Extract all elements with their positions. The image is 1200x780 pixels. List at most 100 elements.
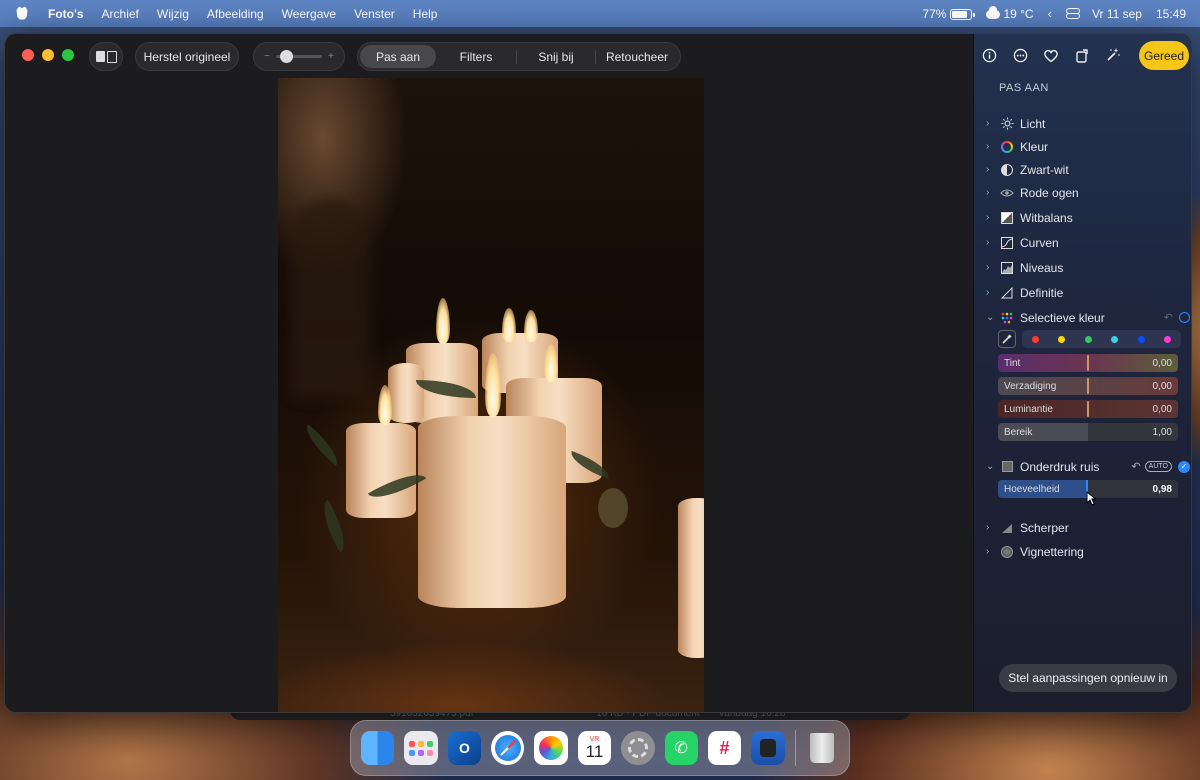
adjust-item-zwart-wit[interactable]: › Zwart-wit	[986, 158, 1190, 181]
adjust-item-kleur[interactable]: › Kleur	[986, 135, 1190, 158]
tab-snij-bij[interactable]: Snij bij	[517, 45, 595, 68]
chevron-left-icon[interactable]: ‹	[1048, 6, 1052, 21]
zoom-out-icon[interactable]: −	[264, 51, 270, 62]
apple-menu-icon[interactable]	[16, 6, 30, 22]
system-settings-icon[interactable]	[621, 731, 655, 765]
finder-icon[interactable]	[361, 731, 395, 765]
adjust-item-witbalans[interactable]: › Witbalans	[986, 206, 1190, 229]
range-slider[interactable]: Bereik 1,00	[998, 423, 1178, 441]
edit-mode-tabs: Pas aan Filters Snij bij Retoucheer	[357, 42, 681, 71]
photos-editor-window: Herstel origineel − + Pas aan Filters Sn…	[4, 33, 1192, 713]
menu-app-name[interactable]: Foto's	[48, 7, 84, 21]
chevron-down-icon[interactable]: ⌄	[986, 312, 998, 323]
chevron-right-icon[interactable]: ›	[986, 187, 998, 198]
luminance-slider[interactable]: Luminantie 0,00	[998, 400, 1178, 418]
definition-icon	[998, 286, 1016, 300]
chevron-right-icon[interactable]: ›	[986, 546, 998, 557]
compare-icon	[96, 51, 117, 63]
archive-utility-icon[interactable]	[751, 731, 785, 765]
chevron-right-icon[interactable]: ›	[986, 237, 998, 248]
checkmark-circle-icon[interactable]: ✓	[1178, 460, 1190, 473]
curves-icon	[998, 236, 1016, 250]
menu-time[interactable]: 15:49	[1156, 7, 1186, 21]
sun-icon	[998, 117, 1016, 131]
color-swatch-1[interactable]	[1031, 335, 1039, 343]
chevron-right-icon[interactable]: ›	[986, 118, 998, 129]
tab-pas-aan[interactable]: Pas aan	[360, 45, 436, 68]
menu-weergave[interactable]: Weergave	[282, 7, 336, 21]
menu-archief[interactable]: Archief	[102, 7, 139, 21]
outlook-icon[interactable]: O	[447, 731, 482, 765]
chevron-right-icon[interactable]: ›	[986, 522, 998, 533]
menu-venster[interactable]: Venster	[354, 7, 395, 21]
whatsapp-icon[interactable]: ✆	[664, 731, 698, 765]
color-swatch-6[interactable]	[1164, 335, 1172, 343]
battery-icon	[950, 8, 976, 20]
info-icon[interactable]	[980, 46, 998, 64]
close-button[interactable]	[22, 49, 34, 61]
color-wheel-icon	[998, 140, 1016, 154]
adjust-item-definitie[interactable]: › Definitie	[986, 281, 1190, 304]
undo-icon[interactable]: ↶	[1131, 460, 1140, 473]
chevron-right-icon[interactable]: ›	[986, 212, 998, 223]
eye-icon	[998, 186, 1016, 200]
white-balance-icon	[998, 211, 1016, 225]
chevron-right-icon[interactable]: ›	[986, 287, 998, 298]
magic-wand-icon[interactable]	[1104, 46, 1122, 64]
done-button[interactable]: Gereed	[1139, 41, 1189, 70]
heart-icon[interactable]	[1042, 46, 1060, 64]
zoom-knob[interactable]	[280, 50, 293, 63]
zoom-track[interactable]	[276, 50, 322, 63]
tint-slider[interactable]: Tint 0,00	[998, 354, 1178, 372]
cloud-icon	[986, 5, 1001, 19]
safari-icon[interactable]	[491, 731, 525, 765]
photos-icon[interactable]	[534, 731, 568, 765]
menu-date[interactable]: Vr 11 sep	[1092, 7, 1142, 21]
zoom-in-icon[interactable]: +	[328, 51, 334, 62]
auto-badge[interactable]: AUTO	[1144, 461, 1172, 472]
toggle-circle-icon[interactable]	[1179, 312, 1190, 323]
adjust-item-selectieve-kleur[interactable]: ⌄ Selectieve kleur ↶	[986, 306, 1190, 329]
saturation-slider[interactable]: Verzadiging 0,00	[998, 377, 1178, 395]
chevron-down-icon[interactable]: ⌄	[986, 461, 998, 472]
color-swatch-2[interactable]	[1058, 335, 1066, 343]
color-swatch-5[interactable]	[1137, 335, 1145, 343]
chevron-right-icon[interactable]: ›	[986, 164, 998, 175]
control-center-icon[interactable]	[1065, 8, 1080, 19]
rotate-icon[interactable]	[1073, 46, 1091, 64]
color-swatch-3[interactable]	[1084, 335, 1092, 343]
chevron-right-icon[interactable]: ›	[986, 141, 998, 152]
tab-filters[interactable]: Filters	[436, 45, 516, 68]
candles-photo[interactable]	[278, 78, 704, 712]
zoom-slider[interactable]: − +	[253, 42, 345, 71]
tab-retoucheer[interactable]: Retoucheer	[596, 45, 678, 68]
revert-original-button[interactable]: Herstel origineel	[135, 42, 239, 71]
weather-status[interactable]: 19 °C	[986, 5, 1034, 21]
adjust-item-rode-ogen[interactable]: › Rode ogen	[986, 181, 1190, 204]
vignette-icon	[998, 545, 1016, 559]
adjust-item-curven[interactable]: › Curven	[986, 231, 1190, 254]
menu-afbeelding[interactable]: Afbeelding	[207, 7, 264, 21]
adjust-item-scherper[interactable]: › Scherper	[986, 516, 1190, 539]
eyedropper-icon[interactable]	[998, 330, 1016, 348]
menu-help[interactable]: Help	[413, 7, 438, 21]
color-swatch-4[interactable]	[1111, 335, 1119, 343]
adjust-item-licht[interactable]: › Licht	[986, 112, 1190, 135]
adjust-item-vignettering[interactable]: › Vignettering	[986, 540, 1190, 563]
color-swatches	[1022, 330, 1181, 348]
trash-icon[interactable]	[806, 731, 839, 765]
adjust-item-niveaus[interactable]: › Niveaus	[986, 256, 1190, 279]
menu-wijzig[interactable]: Wijzig	[157, 7, 189, 21]
compare-button[interactable]	[89, 42, 123, 71]
battery-status[interactable]: 77%	[922, 7, 976, 21]
zoom-button[interactable]	[62, 49, 74, 61]
chevron-right-icon[interactable]: ›	[986, 262, 998, 273]
slack-icon[interactable]: #	[707, 731, 742, 765]
reset-adjustments-button[interactable]: Stel aanpassingen opnieuw in	[999, 664, 1177, 692]
calendar-icon[interactable]: VR 11	[577, 731, 612, 765]
more-icon[interactable]	[1011, 46, 1029, 64]
minimize-button[interactable]	[42, 49, 54, 61]
launchpad-icon[interactable]	[404, 731, 438, 765]
undo-icon[interactable]: ↶	[1164, 311, 1173, 324]
adjust-item-onderdruk-ruis[interactable]: ⌄ Onderdruk ruis ↶ AUTO ✓	[986, 455, 1190, 478]
